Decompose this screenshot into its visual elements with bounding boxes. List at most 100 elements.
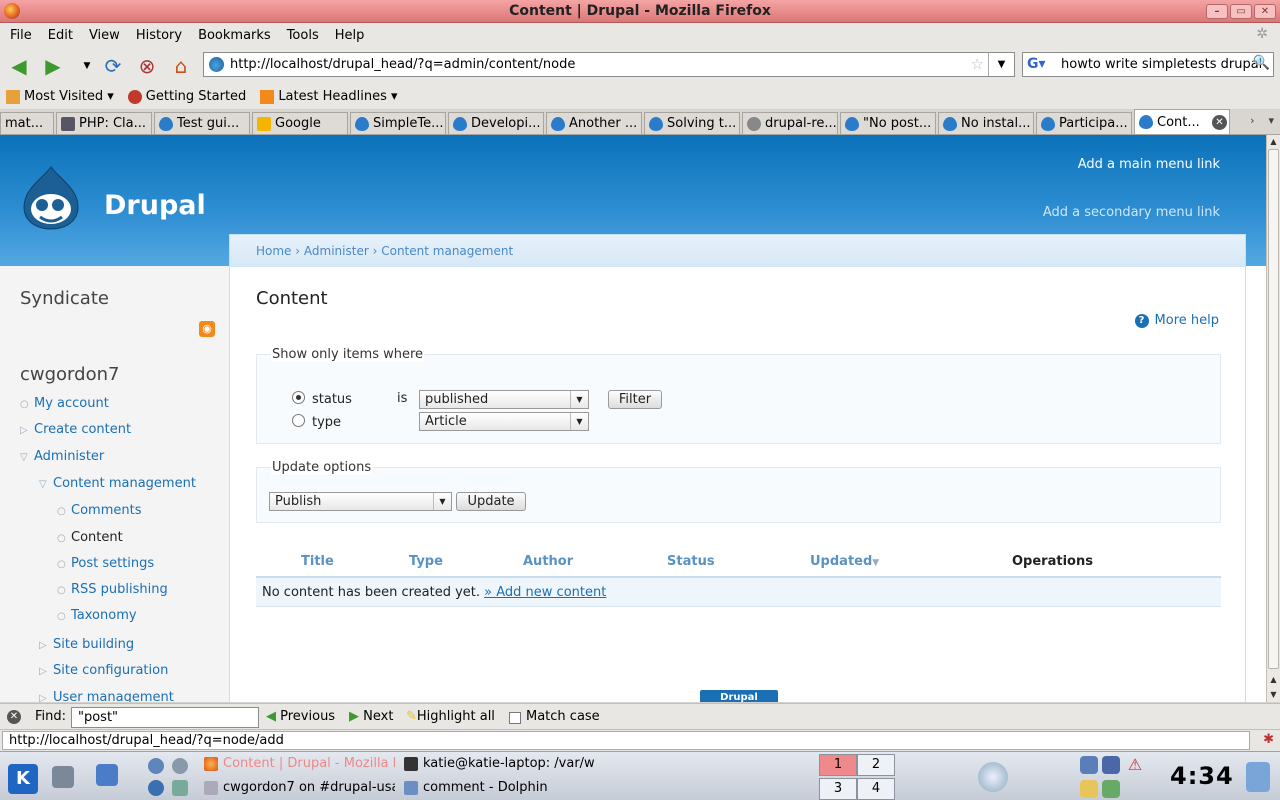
url-text[interactable]: http://localhost/drupal_head/?q=admin/co…	[230, 57, 575, 72]
find-previous-button[interactable]: ◀ Previous	[266, 709, 335, 724]
nav-content[interactable]: ○ Content	[57, 530, 123, 545]
desktop-2[interactable]: 2	[857, 754, 895, 776]
tab-active[interactable]: Cont... ✕	[1134, 109, 1230, 134]
close-tab-icon[interactable]: ✕	[1212, 114, 1227, 130]
nav-create-content[interactable]: ▷ Create content	[20, 422, 131, 437]
rss-feed-icon[interactable]: ◉	[199, 321, 215, 337]
warning-icon[interactable]: ⚠	[1126, 756, 1144, 774]
powered-by-drupal-badge[interactable]: Drupal	[700, 690, 778, 702]
search-input[interactable]: howto write simpletests drupal	[1061, 57, 1262, 72]
task-firefox[interactable]: Content | Drupal - Mozilla Firefox	[204, 756, 395, 771]
kde-menu-icon[interactable]: K	[8, 764, 38, 794]
bookmark-getting-started[interactable]: Getting Started	[127, 89, 246, 104]
column-type[interactable]: Type	[409, 554, 443, 569]
scroll-up-icon[interactable]: ▲	[1267, 135, 1280, 148]
tab[interactable]: No instal...	[938, 112, 1034, 134]
battery-icon[interactable]	[1102, 780, 1120, 798]
nav-site-building[interactable]: ▷ Site building	[39, 637, 134, 652]
tab[interactable]: "No post...	[840, 112, 936, 134]
menu-view[interactable]: View	[81, 28, 128, 43]
clock[interactable]: 4:34	[1170, 762, 1234, 790]
bookmark-latest-headlines[interactable]: Latest Headlines ▾	[260, 89, 398, 104]
menu-tools[interactable]: Tools	[279, 28, 327, 43]
tab[interactable]: PHP: Cla...	[56, 112, 152, 134]
tab[interactable]: drupal-re...	[742, 112, 838, 134]
klipper-icon[interactable]	[978, 762, 1008, 792]
type-select[interactable]: Article ▼	[419, 412, 589, 431]
add-main-menu-link[interactable]: Add a main menu link	[1078, 157, 1220, 172]
search-icon[interactable]: 🔍	[1253, 55, 1270, 71]
status-select[interactable]: published ▼	[419, 390, 589, 409]
minimize-icon[interactable]: –	[1206, 4, 1228, 19]
breadcrumb-home[interactable]: Home	[256, 244, 291, 258]
site-name[interactable]: Drupal	[104, 190, 206, 221]
tab[interactable]: Solving t...	[644, 112, 740, 134]
desktop-3[interactable]: 3	[819, 778, 857, 800]
app-icon[interactable]	[172, 758, 188, 774]
tab-scroll-icon[interactable]: › ▾	[1250, 114, 1274, 127]
nav-post-settings[interactable]: ○ Post settings	[57, 556, 154, 571]
column-status[interactable]: Status	[667, 554, 715, 569]
tab[interactable]: SimpleTe...	[350, 112, 446, 134]
update-action-select[interactable]: Publish ▼	[269, 492, 452, 511]
add-new-content-link[interactable]: » Add new content	[484, 585, 606, 600]
nav-administer[interactable]: ▽ Administer	[20, 449, 104, 464]
column-author[interactable]: Author	[523, 554, 573, 569]
menu-file[interactable]: File	[2, 28, 40, 43]
tab[interactable]: Test gui...	[154, 112, 250, 134]
google-icon[interactable]: G▾	[1027, 56, 1046, 72]
tab[interactable]: Another ...	[546, 112, 642, 134]
find-next-button[interactable]: ▶ Next	[349, 709, 393, 724]
reload-icon[interactable]: ⟳	[100, 53, 126, 79]
menu-edit[interactable]: Edit	[40, 28, 81, 43]
network-icon[interactable]	[1102, 756, 1120, 774]
breadcrumb-content-management[interactable]: Content management	[381, 244, 513, 258]
nav-my-account[interactable]: ○ My account	[20, 396, 109, 411]
menu-bookmarks[interactable]: Bookmarks	[190, 28, 279, 43]
history-dropdown-icon[interactable]: ▼	[74, 53, 100, 79]
vertical-scrollbar[interactable]: ▲ ▲ ▼	[1266, 135, 1280, 702]
column-title[interactable]: Title	[301, 554, 334, 569]
desktop-1[interactable]: 1	[819, 754, 857, 776]
nav-taxonomy[interactable]: ○ Taxonomy	[57, 608, 137, 623]
system-icon[interactable]	[52, 766, 74, 788]
forward-icon[interactable]: ▶	[40, 53, 66, 79]
bookmark-star-icon[interactable]: ☆	[971, 55, 984, 73]
app-icon[interactable]	[148, 780, 164, 796]
more-help-link[interactable]: ? More help	[1134, 313, 1219, 328]
url-bar[interactable]: http://localhost/drupal_head/?q=admin/co…	[203, 52, 1015, 77]
tab[interactable]: Google	[252, 112, 348, 134]
column-updated[interactable]: Updated▼	[810, 554, 879, 569]
bookmark-most-visited[interactable]: Most Visited ▾	[6, 89, 114, 104]
type-radio[interactable]	[292, 414, 305, 427]
match-case-checkbox[interactable]	[509, 712, 521, 724]
back-icon[interactable]: ◀	[6, 53, 32, 79]
app-icon[interactable]	[172, 780, 188, 796]
task-dolphin[interactable]: comment - Dolphin	[404, 780, 548, 795]
close-find-icon[interactable]: ✕	[7, 710, 21, 724]
trash-icon[interactable]	[1246, 762, 1270, 792]
desktop-4[interactable]: 4	[857, 778, 895, 800]
nav-user-management[interactable]: ▷ User management	[39, 690, 174, 702]
update-button[interactable]: Update	[456, 492, 526, 511]
url-dropdown-icon[interactable]: ▼	[988, 53, 1014, 76]
firebug-icon[interactable]: ✱	[1263, 732, 1274, 747]
nav-content-management[interactable]: ▽ Content management	[39, 476, 196, 491]
highlight-all-button[interactable]: ✎Highlight all	[406, 709, 495, 724]
volume-icon[interactable]	[1080, 756, 1098, 774]
task-terminal[interactable]: katie@katie-laptop: /var/ww	[404, 756, 595, 771]
breadcrumb-administer[interactable]: Administer	[304, 244, 369, 258]
maximize-icon[interactable]: ▭	[1230, 4, 1252, 19]
menu-help[interactable]: Help	[327, 28, 373, 43]
filter-button[interactable]: Filter	[608, 390, 662, 409]
find-input[interactable]: "post"	[71, 707, 259, 728]
close-window-icon[interactable]: ✕	[1254, 4, 1276, 19]
tab[interactable]: Participa...	[1036, 112, 1132, 134]
kwallet-icon[interactable]	[1080, 780, 1098, 798]
nav-rss-publishing[interactable]: ○ RSS publishing	[57, 582, 168, 597]
add-secondary-menu-link[interactable]: Add a secondary menu link	[1043, 205, 1220, 220]
menu-history[interactable]: History	[128, 28, 190, 43]
task-irc[interactable]: cwgordon7 on #drupal-usal	[204, 780, 395, 795]
scroll-up-icon[interactable]: ▲	[1267, 673, 1280, 686]
match-case-label[interactable]: Match case	[526, 709, 600, 724]
